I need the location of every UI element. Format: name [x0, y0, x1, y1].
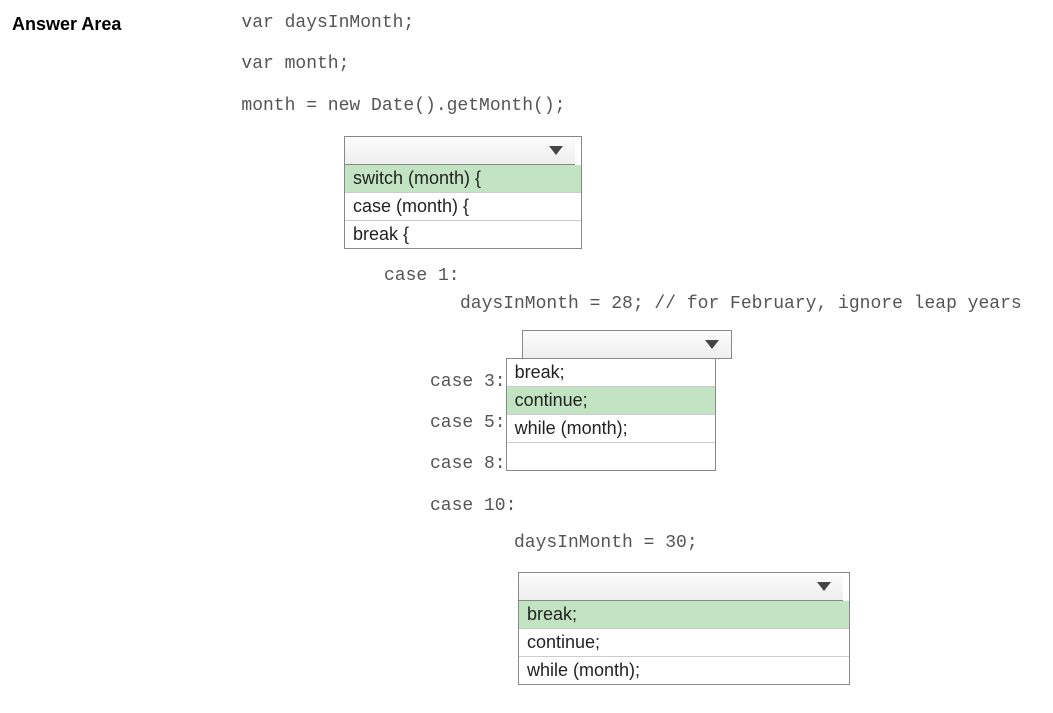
- code-declare-days: var daysInMonth;: [241, 12, 565, 35]
- code-feb-days: daysInMonth = 28; // for February, ignor…: [460, 293, 1041, 316]
- dropdown-option[interactable]: continue;: [507, 387, 715, 415]
- chevron-down-icon: [817, 582, 831, 591]
- code-case-5: case 5:: [430, 409, 506, 438]
- code-case-10: case 10:: [430, 495, 1041, 518]
- chevron-down-icon: [549, 146, 563, 155]
- dropdown-switch-statement[interactable]: switch (month) { case (month) { break {: [344, 136, 582, 249]
- dropdown-option[interactable]: continue;: [519, 629, 849, 657]
- code-case-3: case 3:: [430, 368, 506, 397]
- code-case-8: case 8:: [430, 450, 506, 479]
- answer-area-title: Answer Area: [12, 14, 121, 35]
- dropdown-header[interactable]: [345, 137, 575, 165]
- dropdown-break-statement[interactable]: break; continue; while (month);: [518, 572, 850, 685]
- dropdown-header[interactable]: [519, 573, 843, 601]
- dropdown-option[interactable]: switch (month) {: [345, 165, 581, 193]
- dropdown-option[interactable]: while (month);: [519, 657, 849, 684]
- dropdown-option-empty[interactable]: [507, 443, 715, 470]
- code-case-1: case 1:: [384, 265, 1041, 288]
- code-declare-month: var month;: [241, 53, 565, 76]
- dropdown-fallthrough-options[interactable]: break; continue; while (month);: [506, 358, 716, 471]
- dropdown-option[interactable]: while (month);: [507, 415, 715, 443]
- dropdown-header[interactable]: [523, 331, 731, 359]
- dropdown-fallthrough-statement[interactable]: [522, 330, 732, 359]
- chevron-down-icon: [705, 340, 719, 349]
- dropdown-option[interactable]: break;: [507, 359, 715, 387]
- code-assign-month: month = new Date().getMonth();: [241, 95, 565, 118]
- dropdown-option[interactable]: break {: [345, 221, 581, 248]
- dropdown-option[interactable]: case (month) {: [345, 193, 581, 221]
- code-30-days: daysInMonth = 30;: [514, 532, 1041, 555]
- dropdown-option[interactable]: break;: [519, 601, 849, 629]
